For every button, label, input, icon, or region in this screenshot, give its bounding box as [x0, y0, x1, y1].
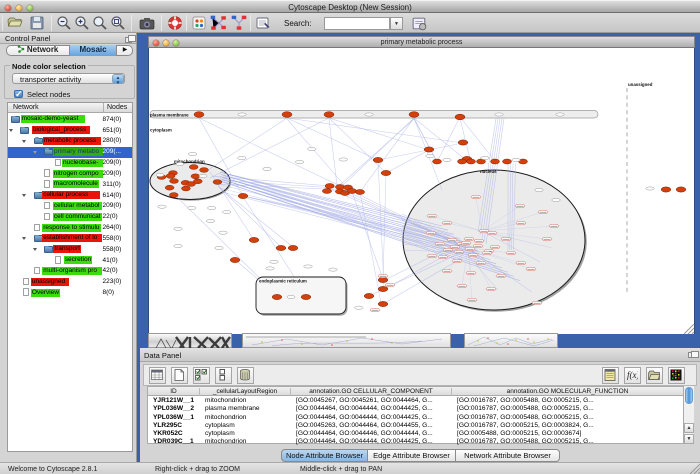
svg-text:cytoplasm: cytoplasm — [150, 128, 172, 133]
svg-text:unassigned: unassigned — [628, 82, 653, 87]
svg-text:plasma membrane: plasma membrane — [150, 113, 189, 118]
svg-text:endoplasmic reticulum: endoplasmic reticulum — [259, 279, 307, 284]
svg-text:f(x): f(x) — [627, 370, 638, 380]
svg-text:nucleus: nucleus — [480, 169, 497, 174]
